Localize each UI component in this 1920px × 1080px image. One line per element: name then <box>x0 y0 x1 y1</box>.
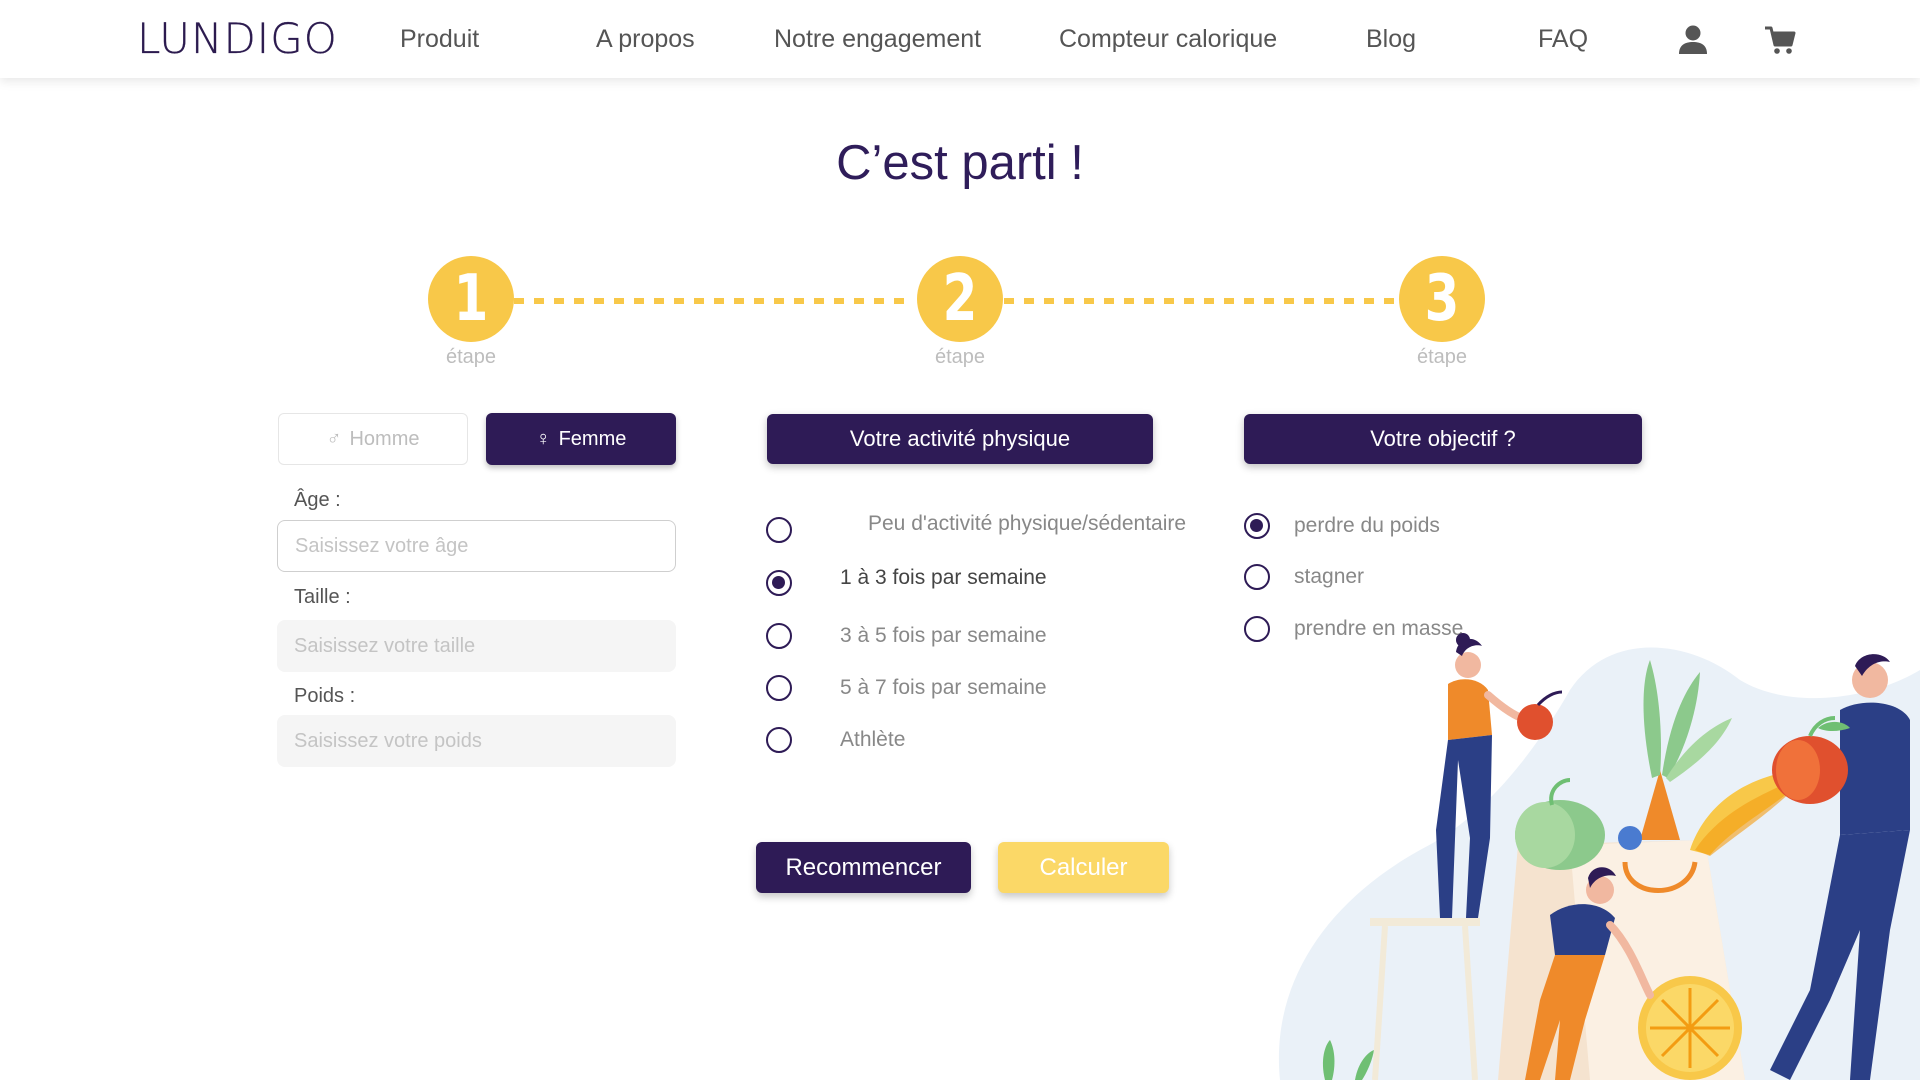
step-3-label: étape <box>1416 346 1468 368</box>
radio-button[interactable] <box>1244 616 1270 642</box>
objective-option-stagner[interactable]: stagner <box>1244 564 1364 590</box>
gender-femme-label: Femme <box>558 427 627 450</box>
female-icon: ♀ <box>535 427 551 450</box>
logo[interactable]: LUNDIGO <box>137 14 338 63</box>
gender-homme-button[interactable]: ♂ Homme <box>278 413 468 465</box>
male-icon: ♂ <box>326 427 342 450</box>
activity-option-label: 5 à 7 fois par semaine <box>840 676 1047 699</box>
activity-option-athlete[interactable]: Athlète <box>766 727 905 753</box>
nav-compteur-calorique[interactable]: Compteur calorique <box>1059 25 1277 54</box>
poids-input[interactable] <box>277 715 676 767</box>
step-3-number: 3 <box>1424 262 1460 336</box>
radio-button[interactable] <box>766 517 792 543</box>
step-1-circle: 1 <box>428 256 514 342</box>
activity-option-sedentary[interactable]: Peu d'activité physique/sédentaire <box>766 512 1186 543</box>
step-connector <box>514 298 912 304</box>
step-2-number: 2 <box>942 262 978 336</box>
activity-option-3-5[interactable]: 3 à 5 fois par semaine <box>766 623 1047 649</box>
activity-option-label: Peu d'activité physique/sédentaire <box>868 512 1187 535</box>
activity-header: Votre activité physique <box>767 414 1153 464</box>
objective-option-label: stagner <box>1294 565 1365 588</box>
step-2-label: étape <box>934 346 986 368</box>
radio-button[interactable] <box>766 675 792 701</box>
radio-button[interactable] <box>766 727 792 753</box>
user-icon[interactable] <box>1677 24 1709 56</box>
gender-homme-label: Homme <box>349 427 420 450</box>
nav-produit[interactable]: Produit <box>400 25 479 54</box>
radio-button-selected[interactable] <box>766 570 792 596</box>
taille-label: Taille : <box>294 586 351 608</box>
activity-option-5-7[interactable]: 5 à 7 fois par semaine <box>766 675 1047 701</box>
step-1-number: 1 <box>453 262 489 336</box>
objective-header: Votre objectif ? <box>1244 414 1642 464</box>
activity-option-label: 1 à 3 fois par semaine <box>840 566 1047 589</box>
top-navbar: LUNDIGO Produit A propos Notre engagemen… <box>0 0 1920 78</box>
objective-option-perdre[interactable]: perdre du poids <box>1244 513 1440 539</box>
activity-option-1-3[interactable]: 1 à 3 fois par semaine <box>766 566 1047 596</box>
poids-label: Poids : <box>294 685 356 707</box>
step-2-circle: 2 <box>917 256 1003 342</box>
activity-option-label: Athlète <box>840 728 906 751</box>
nav-blog[interactable]: Blog <box>1366 25 1416 54</box>
taille-input[interactable] <box>277 620 676 672</box>
page-title: C’est parti ! <box>836 136 1084 190</box>
radio-button[interactable] <box>766 623 792 649</box>
step-1-label: étape <box>445 346 497 368</box>
nav-notre-engagement[interactable]: Notre engagement <box>774 25 981 54</box>
radio-button[interactable] <box>1244 564 1270 590</box>
age-label: Âge : <box>294 489 341 511</box>
reset-button[interactable]: Recommencer <box>756 842 971 893</box>
nav-faq[interactable]: FAQ <box>1538 25 1588 54</box>
calculate-button[interactable]: Calculer <box>998 842 1169 893</box>
nav-a-propos[interactable]: A propos <box>596 25 695 54</box>
activity-option-label: 3 à 5 fois par semaine <box>840 624 1047 647</box>
age-input[interactable] <box>277 520 676 572</box>
cart-icon[interactable] <box>1764 24 1796 56</box>
step-connector <box>1004 298 1402 304</box>
radio-button-selected[interactable] <box>1244 513 1270 539</box>
objective-option-label: perdre du poids <box>1294 514 1440 537</box>
stepper: 1 2 3 étape étape étape <box>0 256 1920 376</box>
step-3-circle: 3 <box>1399 256 1485 342</box>
gender-femme-button[interactable]: ♀ Femme <box>486 413 676 465</box>
groceries-illustration <box>1278 633 1920 1080</box>
